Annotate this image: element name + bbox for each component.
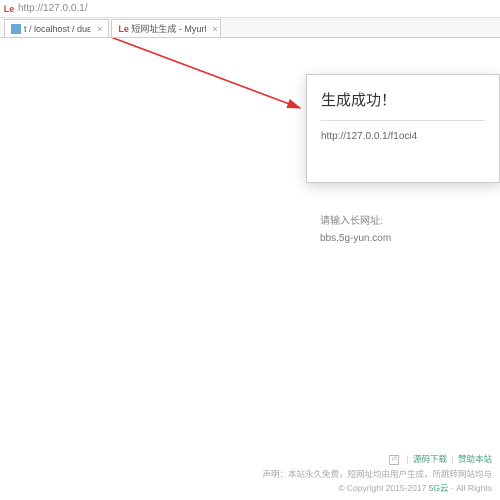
page-footer: ⇄ | 源码下载 | 赞助本站 声明：本站永久免费，短网址均由用户生成，所跳转网… [0,447,500,500]
link-sponsor[interactable]: 赞助本站 [458,454,492,464]
long-url-input[interactable]: bbs.5g-yun.com [320,233,486,244]
url-text: http://127.0.0.1/ [18,3,88,14]
tab-close-icon[interactable]: × [97,24,102,34]
tab-strip: t / localhost / duε × Le 短网址生成 - Myurl × [0,18,500,38]
link-source-download[interactable]: 源码下载 [413,454,447,464]
tab-favicon-icon [11,24,21,34]
page-viewport: 生成成功！ http://127.0.0.1/f1oci4 请输入长网址: bb… [0,38,500,500]
site-favicon-icon: Le [4,4,14,14]
tab-localhost[interactable]: t / localhost / duε × [4,19,109,37]
tab-myurl[interactable]: Le 短网址生成 - Myurl × [111,19,221,37]
tab-favicon-icon: Le [118,24,128,34]
generated-short-url[interactable]: http://127.0.0.1/f1oci4 [321,131,485,142]
url-form: 请输入长网址: bbs.5g-yun.com [306,204,500,252]
tab-label: t / localhost / duε [24,24,91,34]
browser-address-bar[interactable]: Le http://127.0.0.1/ [0,0,500,18]
footer-copyright: © Copyright 2015-2017 5G云 - All Rights [8,482,492,494]
footer-stats-icon: ⇄ [389,455,399,465]
tab-close-icon[interactable]: × [212,24,217,34]
tab-label: 短网址生成 - Myurl [131,22,206,35]
success-dialog: 生成成功！ http://127.0.0.1/f1oci4 [306,74,500,183]
footer-disclaimer: 声明：本站永久免费，短网址均由用户生成，所跳转网站均与 [8,468,492,480]
footer-links: ⇄ | 源码下载 | 赞助本站 [8,453,492,465]
long-url-label: 请输入长网址: [320,212,486,227]
dialog-title: 生成成功！ [321,89,485,110]
dialog-separator [321,120,485,121]
